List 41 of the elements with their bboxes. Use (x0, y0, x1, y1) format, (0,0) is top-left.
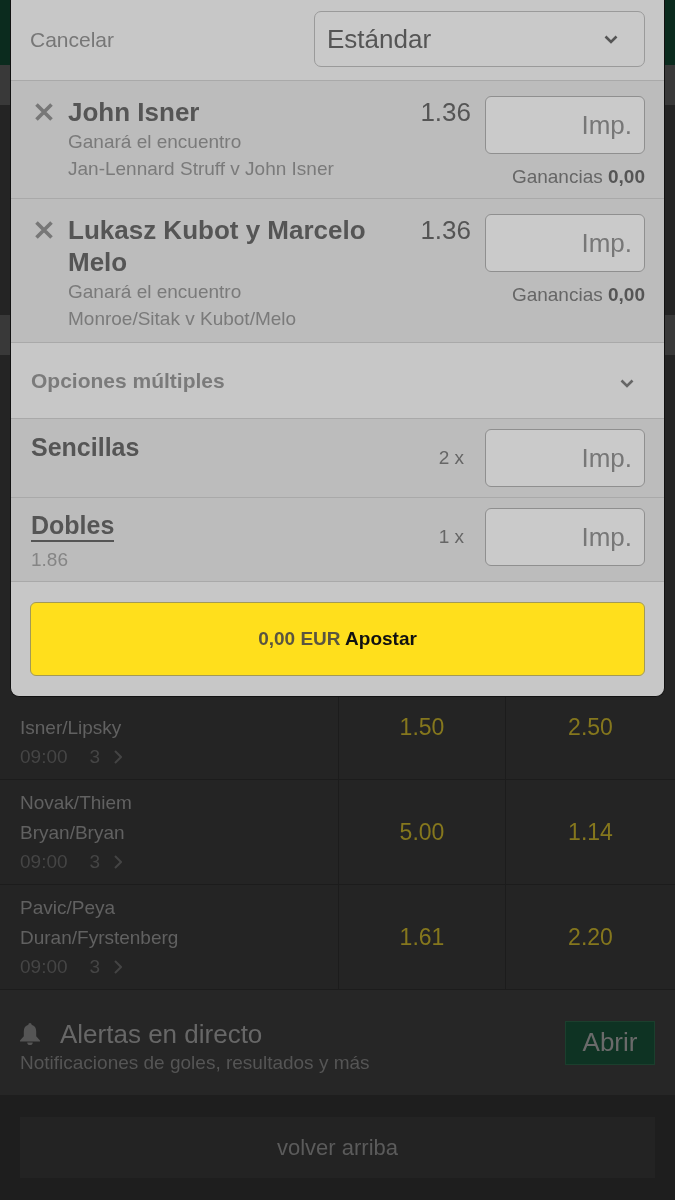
chevron-down-icon (604, 34, 618, 44)
team-name: Duran/Fyrstenberg (20, 926, 179, 950)
winnings-text: Ganancias 0,00 (511, 165, 645, 188)
team-name: Isner/Lipsky (20, 716, 122, 740)
market-text: Ganará el encuentro (68, 130, 242, 154)
chevron-down-icon (620, 379, 634, 388)
close-icon[interactable] (34, 220, 54, 240)
event-text: Monroe/Sitak v Kubot/Melo (68, 307, 297, 331)
bell-icon (20, 1022, 40, 1045)
odds-button[interactable]: 1.61 (338, 885, 505, 989)
bet-count: 2 x (438, 446, 464, 470)
team-name: Novak/Thiem (20, 791, 132, 815)
odds-button[interactable]: 5.00 (338, 780, 505, 884)
stake-field[interactable]: Imp. (485, 96, 645, 154)
bet-type-link[interactable]: Dobles (31, 510, 115, 542)
close-icon[interactable] (34, 102, 54, 122)
winnings-text: Ganancias 0,00 (511, 283, 645, 306)
odds-button[interactable]: 1.14 (505, 780, 675, 884)
chevron-right-icon (114, 750, 123, 764)
odds-button[interactable]: 2.20 (505, 885, 675, 989)
chevron-right-icon (114, 960, 123, 974)
selection-name: John Isner (68, 96, 200, 128)
bet-type-label: Sencillas (31, 432, 140, 463)
bet-count: 1 x (438, 525, 464, 549)
market-text: Ganará el encuentro (68, 280, 242, 304)
stake-field[interactable]: Imp. (485, 508, 645, 566)
chevron-right-icon (114, 855, 123, 869)
open-button[interactable]: Abrir (565, 1020, 655, 1065)
stake-field[interactable]: Imp. (485, 214, 645, 272)
odds-text: 1.36 (420, 96, 471, 128)
selection-name: Lukasz Kubot y Marcelo Melo (68, 214, 367, 278)
bet-type-dropdown[interactable]: Estándar (314, 11, 645, 67)
alerts-title: Alertas en directo (60, 1017, 263, 1051)
back-to-top-button[interactable]: volver arriba (20, 1117, 655, 1178)
odds-text: 1.36 (420, 214, 471, 246)
team-name: Pavic/Peya (20, 896, 116, 920)
cancel-button[interactable]: Cancelar (30, 28, 115, 52)
place-bet-button[interactable]: 0,00 EUR Apostar (30, 602, 645, 676)
team-name: Bryan/Bryan (20, 821, 125, 845)
event-text: Jan-Lennard Struff v John Isner (68, 157, 334, 181)
stake-field[interactable]: Imp. (485, 429, 645, 487)
